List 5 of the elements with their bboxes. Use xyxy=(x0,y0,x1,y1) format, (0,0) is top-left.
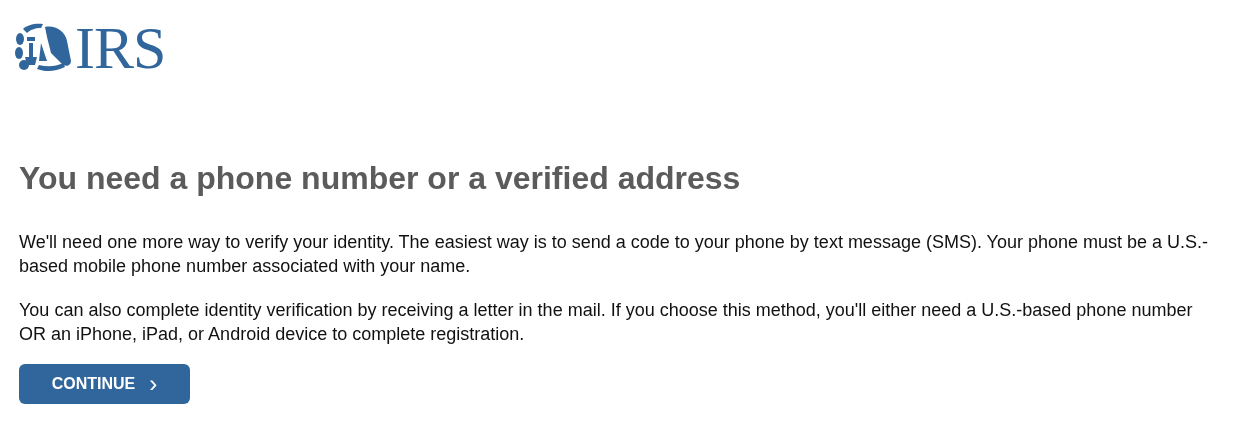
page-heading: You need a phone number or a verified address xyxy=(19,159,742,198)
body-paragraph: You can also complete identity verification by receiving a letter in the mail. If you choose this method, you'll either need a U.S.-based phone number OR an iPhone, iPad, or Android device to complete registration. xyxy=(19,299,1194,346)
body-paragraph: We'll need one more way to verify your identity. The easiest way is to send a code to your phone by text message (SMS). Your phone must be a U.S.-based mobile phone number associated with your name. xyxy=(19,231,1210,278)
logo-text: IRS xyxy=(75,22,166,74)
continue-button[interactable]: CONTINUE › xyxy=(19,364,190,404)
